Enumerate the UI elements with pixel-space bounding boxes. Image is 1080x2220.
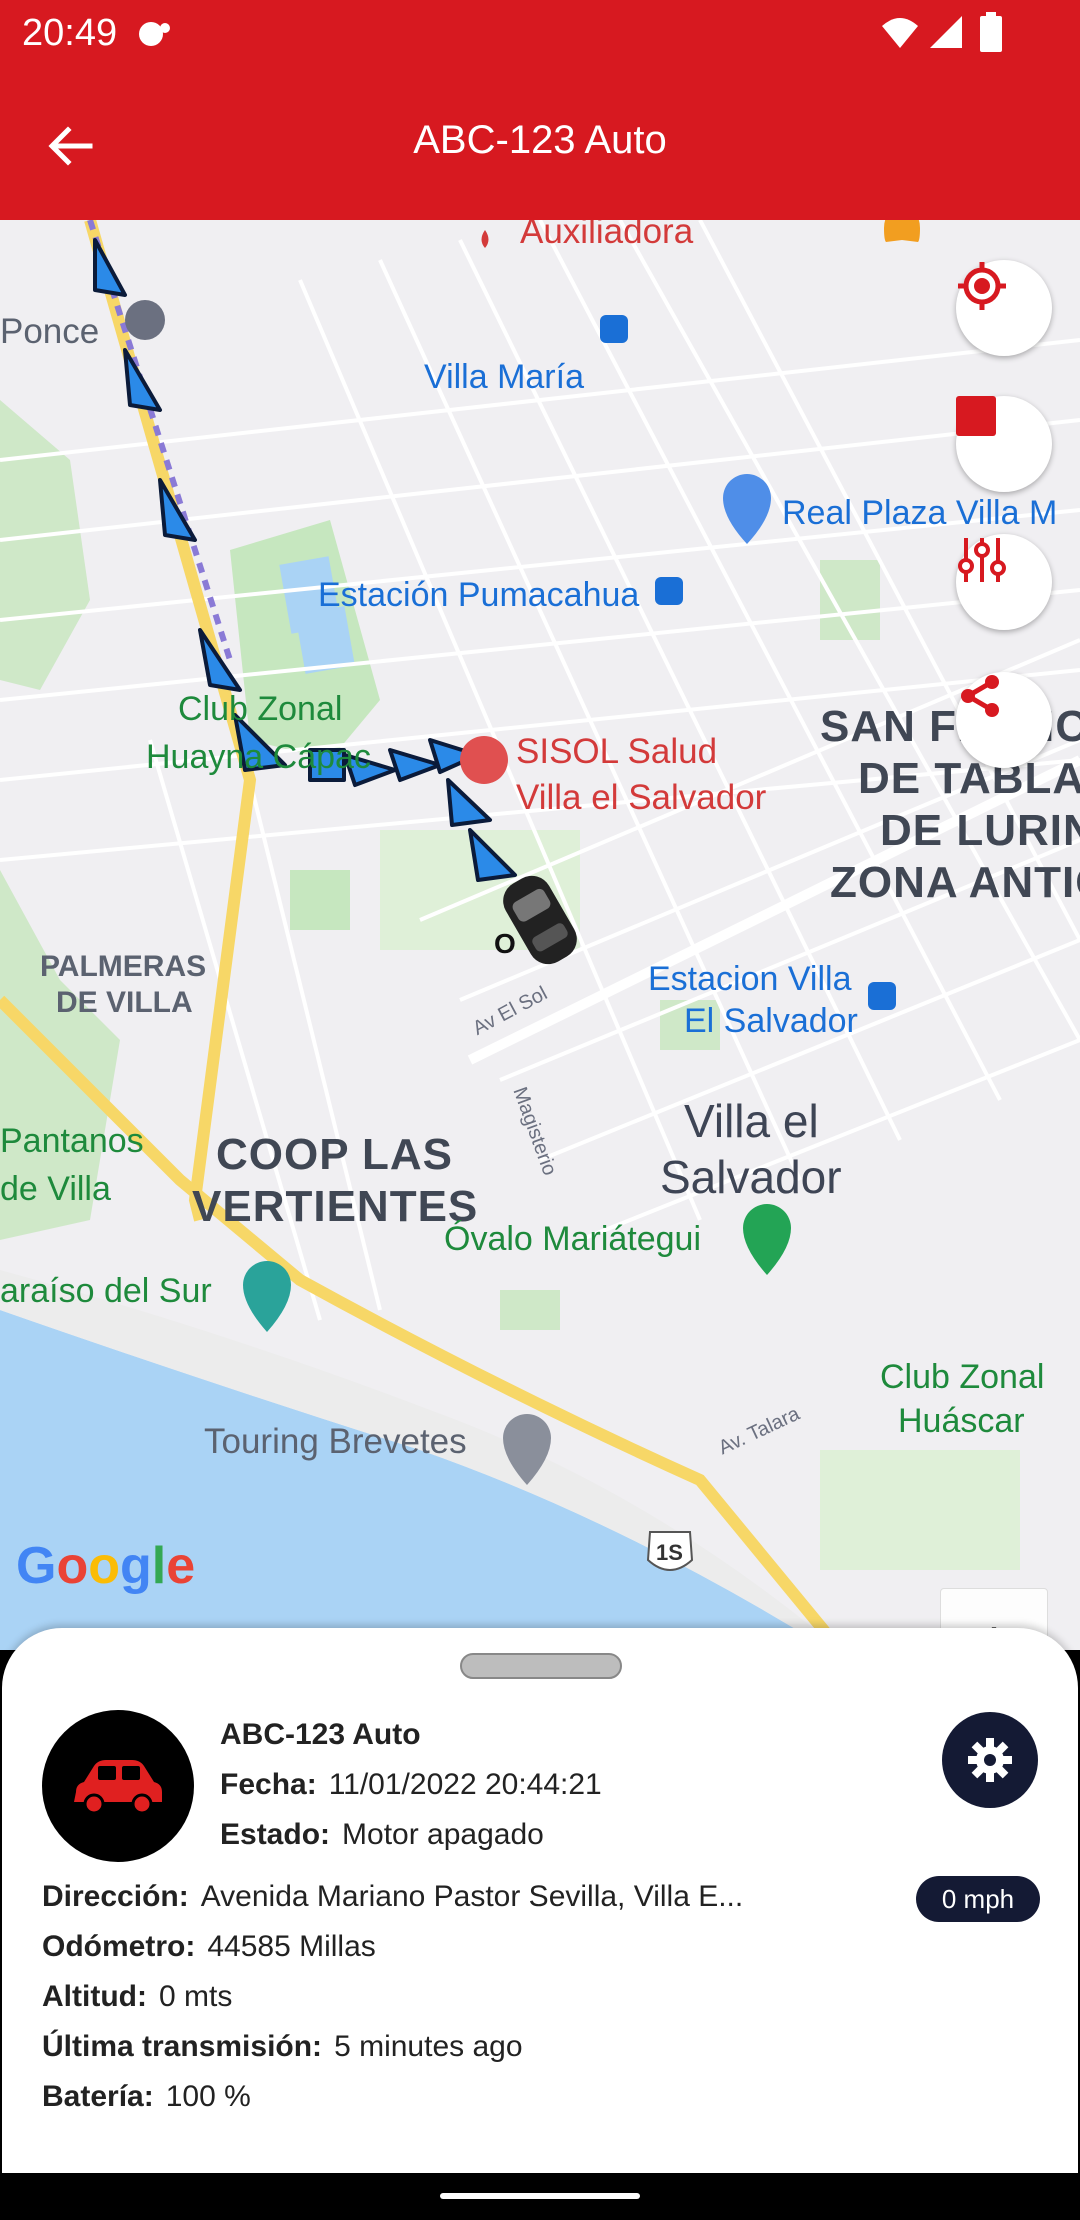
highway-shield-label: 1S (656, 1540, 683, 1565)
filter-icon (958, 538, 1006, 582)
map-label: El Salvador (684, 1002, 858, 1040)
bateria-row: Batería: 100 % (42, 2080, 251, 2114)
map-label: Villa el (684, 1095, 819, 1147)
odometro-value: 44585 Millas (207, 1930, 376, 1963)
map-label: Óvalo Mariátegui (444, 1220, 702, 1258)
map-label: Estación Pumacahua (318, 576, 640, 614)
battery-icon (980, 12, 1002, 52)
vehicle-info-sheet: ABC-123 Auto Fecha: 11/01/2022 20:44:21 E… (2, 1628, 1078, 2173)
map-label: Real Plaza Villa M (782, 494, 1058, 532)
page-title: ABC-123 Auto (413, 118, 667, 162)
car-icon (74, 1760, 162, 1814)
ultima-transmision-row: Última transmisión: 5 minutes ago (42, 2030, 523, 2064)
app-bar: ABC-123 Auto (0, 66, 1080, 220)
estado-row: Estado: Motor apagado (220, 1818, 544, 1852)
direccion-label: Dirección: (42, 1880, 189, 1913)
speed-badge: 0 mph (916, 1876, 1040, 1922)
map-label: ZONA ANTIG (830, 858, 1080, 907)
direccion-value: Avenida Mariano Pastor Sevilla, Villa E.… (200, 1880, 744, 1913)
stop-icon (956, 396, 996, 436)
map-label: DE TABLAD (858, 754, 1080, 803)
stop-tracking-button[interactable] (956, 396, 1052, 492)
map-label: Villa María (424, 358, 584, 396)
fecha-row: Fecha: 11/01/2022 20:44:21 (220, 1768, 602, 1802)
direccion-row: Dirección: Avenida Mariano Pastor Sevilla… (42, 1880, 743, 1914)
fecha-label: Fecha: (220, 1768, 317, 1801)
home-gesture-pill[interactable] (440, 2193, 640, 2199)
map-label: DE LURIN (880, 806, 1080, 855)
gear-icon (968, 1738, 1012, 1782)
vehicle-avatar (42, 1710, 194, 1862)
altitud-row: Altitud: 0 mts (42, 1980, 232, 2014)
notification-icon (139, 22, 170, 46)
ultima-transmision-label: Última transmisión: (42, 2030, 323, 2063)
altitud-label: Altitud: (42, 1980, 147, 2013)
vehicle-name: ABC-123 Auto (220, 1718, 421, 1751)
map-label: PALMERAS (40, 950, 207, 983)
map-label: SISOL Salud (516, 732, 718, 771)
locate-button[interactable] (956, 260, 1052, 356)
map-label: Huáscar (898, 1402, 1025, 1440)
map-label: Club Zonal (178, 690, 343, 728)
sheet-drag-handle[interactable] (460, 1653, 622, 1679)
map-label: Ponce (0, 312, 100, 351)
map-label: Touring Brevetes (204, 1422, 467, 1461)
status-time: 20:49 (22, 12, 118, 54)
locate-icon (958, 262, 1006, 310)
map-label: VERTIENTES (192, 1182, 479, 1231)
map-label: Huayna Cápac (146, 738, 371, 776)
google-logo: Google (16, 1537, 196, 1595)
fecha-value: 11/01/2022 20:44:21 (328, 1768, 602, 1801)
odometro-label: Odómetro: (42, 1930, 196, 1963)
map-view[interactable]: Auxiliadora Ponce Villa María Real Plaza… (0, 220, 1080, 1650)
bateria-label: Batería: (42, 2080, 154, 2113)
filter-button[interactable] (956, 534, 1052, 630)
map-label: DE VILLA (56, 986, 193, 1019)
bateria-value: 100 % (165, 2080, 251, 2113)
settings-button[interactable] (942, 1712, 1038, 1808)
vehicle-label: O (494, 928, 516, 959)
signal-icon (930, 16, 962, 48)
map-label: Auxiliadora (520, 220, 694, 251)
map-label: Pantanos (0, 1122, 144, 1160)
share-icon (961, 675, 999, 717)
odometro-row: Odómetro: 44585 Millas (42, 1930, 376, 1964)
map-label: araíso del Sur (0, 1272, 212, 1310)
wifi-icon (882, 18, 918, 48)
map-label: COOP LAS (216, 1130, 454, 1179)
status-bar: 20:49 (0, 0, 1080, 66)
map-label: Club Zonal (880, 1358, 1045, 1396)
ultima-transmision-value: 5 minutes ago (334, 2030, 523, 2063)
map-label: Salvador (660, 1151, 842, 1203)
map-label: Villa el Salvador (516, 778, 767, 817)
estado-label: Estado: (220, 1818, 331, 1851)
altitud-value: 0 mts (158, 1980, 233, 2013)
share-button[interactable] (956, 672, 1052, 768)
system-nav-bar (0, 2173, 1080, 2220)
map-label: de Villa (0, 1170, 111, 1208)
estado-value: Motor apagado (342, 1818, 544, 1851)
map-label: Estacion Villa (648, 960, 852, 998)
